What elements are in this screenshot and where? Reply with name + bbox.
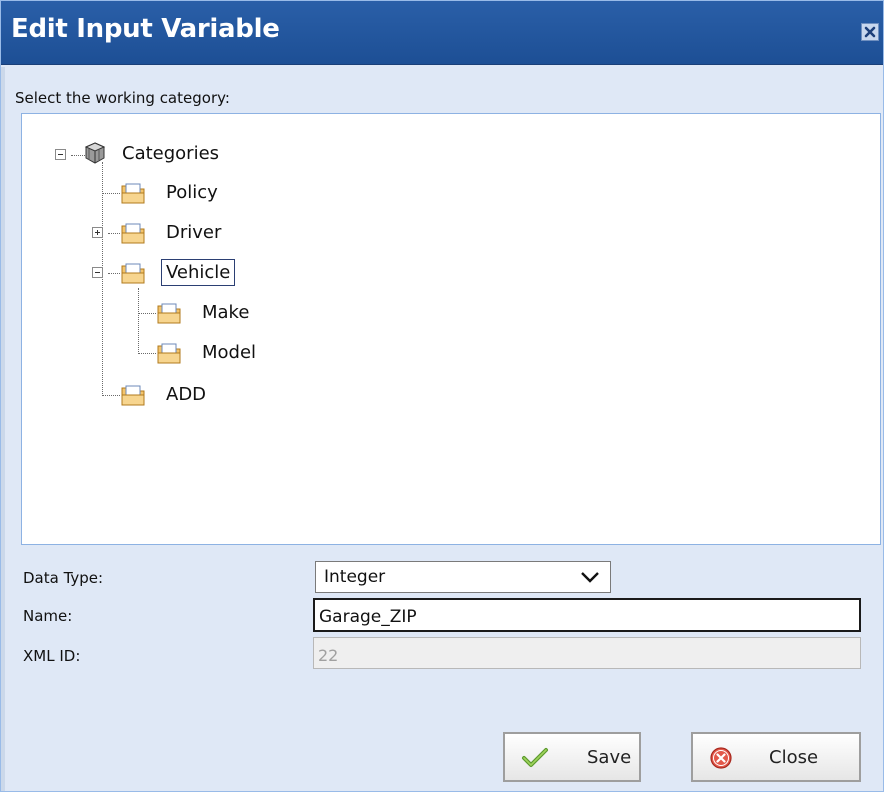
folder-icon — [121, 223, 145, 244]
tree-node-policy[interactable]: Policy — [166, 177, 218, 207]
collapse-toggle-icon[interactable] — [92, 267, 103, 278]
name-label: Name: — [23, 607, 73, 625]
data-type-value: Integer — [324, 567, 386, 587]
tree-node-label: Driver — [166, 221, 222, 243]
tree-node-label: Make — [202, 301, 250, 323]
close-button[interactable]: Close — [691, 732, 861, 782]
category-prompt: Select the working category: — [15, 89, 230, 107]
folder-icon — [121, 183, 145, 204]
tree-node-make[interactable]: Make — [202, 297, 249, 327]
close-button-label: Close — [769, 746, 819, 768]
tree-connector — [138, 353, 156, 354]
xml-id-label: XML ID: — [23, 647, 81, 665]
tree-node-driver[interactable]: Driver — [166, 217, 221, 247]
xml-id-field — [313, 637, 861, 669]
edit-input-variable-dialog: Edit Input Variable Select the working c… — [0, 0, 884, 792]
tree-connector — [138, 288, 139, 354]
cancel-circle-icon — [710, 747, 732, 769]
collapse-toggle-icon[interactable] — [55, 149, 66, 160]
tree-connector — [102, 193, 120, 194]
expand-toggle-icon[interactable] — [92, 227, 103, 238]
tree-node-label: Categories — [122, 142, 220, 164]
tree-node-add[interactable]: ADD — [166, 379, 206, 409]
tree-node-model[interactable]: Model — [202, 337, 256, 367]
data-type-select[interactable]: Integer — [315, 561, 611, 593]
tree-connector — [108, 273, 120, 274]
dialog-title: Edit Input Variable — [11, 14, 280, 44]
folder-icon — [121, 263, 145, 284]
tree-node-categories[interactable]: Categories — [122, 138, 219, 168]
tree-connector — [102, 395, 120, 396]
save-button[interactable]: Save — [503, 732, 641, 782]
checkmark-icon — [522, 748, 548, 767]
close-icon[interactable] — [861, 23, 879, 41]
tree-node-label: Policy — [166, 181, 218, 203]
folder-icon — [121, 385, 145, 406]
category-tree[interactable]: Categories Policy Driver Vehicle Make Mo… — [21, 113, 881, 545]
dialog-titlebar[interactable]: Edit Input Variable — [1, 1, 883, 65]
tree-connector — [102, 162, 103, 394]
cube-stack-icon — [84, 142, 106, 164]
chevron-down-icon — [581, 572, 599, 583]
save-button-label: Save — [587, 746, 632, 768]
folder-icon — [157, 303, 181, 324]
tree-node-label: Model — [202, 341, 257, 363]
name-field[interactable] — [313, 598, 861, 632]
tree-node-vehicle[interactable]: Vehicle — [161, 257, 236, 287]
data-type-label: Data Type: — [23, 569, 104, 587]
tree-connector — [138, 313, 156, 314]
tree-node-label: Vehicle — [161, 258, 236, 286]
tree-node-label: ADD — [166, 383, 207, 405]
folder-icon — [157, 343, 181, 364]
tree-connector — [108, 233, 120, 234]
